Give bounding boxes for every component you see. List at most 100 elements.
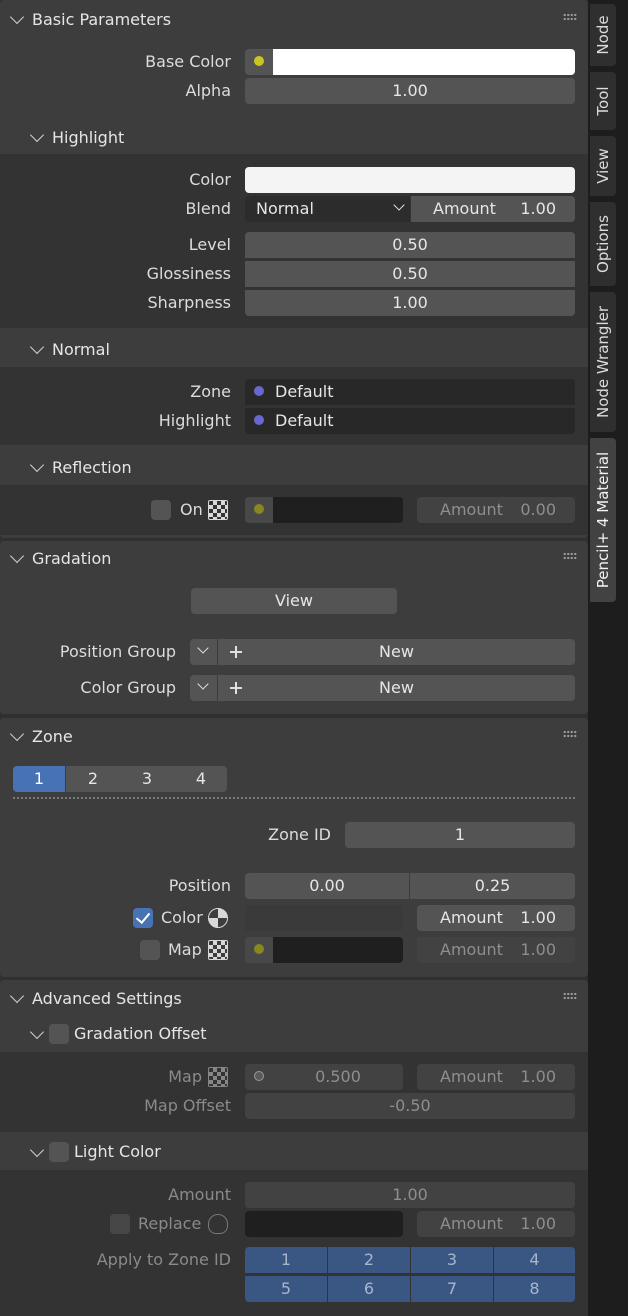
drag-handle-icon[interactable] bbox=[563, 992, 577, 1000]
apply-zone-4[interactable]: 4 bbox=[494, 1247, 575, 1273]
replace-label: Replace bbox=[138, 1214, 202, 1233]
reflection-amount-field[interactable]: Amount 0.00 bbox=[417, 497, 575, 523]
zone-tabs-divider bbox=[13, 797, 575, 799]
gradation-offset-checkbox[interactable] bbox=[49, 1024, 69, 1044]
apply-zone-7[interactable]: 7 bbox=[411, 1276, 493, 1302]
chevron-down-icon bbox=[29, 1142, 45, 1158]
map-offset-field[interactable]: -0.50 bbox=[245, 1093, 575, 1119]
highlight-amount-field[interactable]: Amount 1.00 bbox=[411, 196, 575, 222]
position-field-b[interactable]: 0.25 bbox=[410, 873, 575, 899]
tab-view[interactable]: View bbox=[590, 136, 616, 196]
chevron-down-icon bbox=[9, 9, 25, 25]
texture-icon[interactable] bbox=[208, 1067, 228, 1087]
sidebar-tabs: Node Tool View Options Node Wrangler Pen… bbox=[588, 0, 628, 1316]
highlight-header[interactable]: Highlight bbox=[28, 122, 124, 152]
gradation-header[interactable]: Gradation bbox=[8, 543, 111, 573]
normal-zone-field[interactable]: Default bbox=[245, 379, 575, 405]
zone-tab-1[interactable]: 1 bbox=[13, 766, 65, 792]
apply-zone-8[interactable]: 8 bbox=[494, 1276, 575, 1302]
base-color-swatch[interactable] bbox=[273, 49, 575, 75]
plus-icon bbox=[230, 682, 242, 694]
tab-tool[interactable]: Tool bbox=[590, 72, 616, 130]
apply-zone-2[interactable]: 2 bbox=[328, 1247, 410, 1273]
reflection-on-checkbox[interactable] bbox=[151, 500, 171, 520]
zone-id-field[interactable]: 1 bbox=[345, 822, 575, 848]
zone-header[interactable]: Zone bbox=[8, 721, 73, 751]
zone-color-swatch[interactable] bbox=[245, 905, 403, 931]
zone-color-label: Color bbox=[161, 908, 203, 927]
highlight-color-swatch[interactable] bbox=[245, 167, 575, 193]
zone-id-label: Zone ID bbox=[268, 825, 331, 844]
highlight-color-label: Color bbox=[189, 170, 231, 189]
replace-color-swatch[interactable] bbox=[245, 1211, 403, 1237]
zone-tab-3[interactable]: 3 bbox=[120, 766, 174, 792]
replace-checkbox[interactable] bbox=[110, 1214, 130, 1234]
light-color-amount-label: Amount bbox=[168, 1185, 231, 1204]
socket-dot-icon bbox=[254, 386, 264, 396]
reflection-color-socket[interactable] bbox=[245, 497, 273, 523]
chevron-down-icon bbox=[29, 1024, 45, 1040]
apply-zone-6[interactable]: 6 bbox=[328, 1276, 410, 1302]
normal-header[interactable]: Normal bbox=[28, 334, 110, 364]
replace-amount-field[interactable]: Amount 1.00 bbox=[417, 1211, 575, 1237]
gradation-offset-map-value[interactable]: 0.500 bbox=[273, 1064, 403, 1090]
chevron-down-icon bbox=[9, 726, 25, 742]
apply-zone-3[interactable]: 3 bbox=[411, 1247, 493, 1273]
socket-dot-icon bbox=[254, 1071, 264, 1081]
base-color-socket[interactable] bbox=[245, 49, 273, 75]
chevron-down-icon bbox=[29, 457, 45, 473]
sharpness-field[interactable]: 1.00 bbox=[245, 290, 575, 316]
light-color-checkbox[interactable] bbox=[49, 1142, 69, 1162]
zone-tab-2[interactable]: 2 bbox=[66, 766, 120, 792]
normal-zone-label: Zone bbox=[190, 382, 231, 401]
drag-handle-icon[interactable] bbox=[563, 552, 577, 560]
blend-dropdown[interactable]: Normal bbox=[245, 196, 410, 222]
position-group-new-button[interactable]: New bbox=[218, 639, 575, 665]
gradation-offset-map-label: Map bbox=[168, 1067, 202, 1086]
zone-tab-4[interactable]: 4 bbox=[174, 766, 227, 792]
plus-icon bbox=[230, 646, 242, 658]
level-field[interactable]: 0.50 bbox=[245, 232, 575, 258]
drag-handle-icon[interactable] bbox=[563, 13, 577, 21]
gradation-offset-amount-field[interactable]: Amount 1.00 bbox=[417, 1064, 575, 1090]
light-color-amount-field[interactable]: 1.00 bbox=[245, 1182, 575, 1208]
texture-icon[interactable] bbox=[208, 500, 228, 520]
apply-zone-5[interactable]: 5 bbox=[245, 1276, 327, 1302]
apply-to-zone-label: Apply to Zone ID bbox=[96, 1250, 231, 1269]
zone-color-checkbox[interactable] bbox=[133, 908, 153, 928]
zone-map-swatch[interactable] bbox=[273, 937, 403, 963]
zone-color-amount-field[interactable]: Amount 1.00 bbox=[417, 905, 575, 931]
gradation-offset-map-socket[interactable] bbox=[245, 1064, 273, 1090]
apply-zone-1[interactable]: 1 bbox=[245, 1247, 327, 1273]
tab-node-wrangler[interactable]: Node Wrangler bbox=[590, 292, 616, 432]
glossiness-label: Glossiness bbox=[146, 264, 231, 283]
gradation-view-button[interactable]: View bbox=[191, 588, 397, 614]
reflection-color-swatch[interactable] bbox=[273, 497, 403, 523]
light-bulb-icon[interactable] bbox=[208, 1214, 228, 1234]
basic-parameters-header[interactable]: Basic Parameters bbox=[8, 4, 171, 34]
alpha-field[interactable]: 1.00 bbox=[245, 78, 575, 104]
tab-node[interactable]: Node bbox=[590, 4, 616, 66]
tab-pencil-material[interactable]: Pencil+ 4 Material bbox=[590, 438, 616, 602]
color-group-new-button[interactable]: New bbox=[218, 675, 575, 701]
zone-map-label: Map bbox=[168, 940, 202, 959]
advanced-settings-header[interactable]: Advanced Settings bbox=[8, 983, 182, 1013]
reflection-header[interactable]: Reflection bbox=[28, 452, 132, 482]
blend-label: Blend bbox=[185, 199, 231, 218]
socket-dot-icon bbox=[254, 944, 264, 954]
normal-highlight-field[interactable]: Default bbox=[245, 408, 575, 434]
reflection-on-label: On bbox=[180, 500, 203, 519]
color-group-label: Color Group bbox=[80, 678, 176, 697]
zone-map-checkbox[interactable] bbox=[140, 940, 160, 960]
glossiness-field[interactable]: 0.50 bbox=[245, 261, 575, 287]
drag-handle-icon[interactable] bbox=[563, 730, 577, 738]
position-group-label: Position Group bbox=[59, 642, 176, 661]
base-color-label: Base Color bbox=[145, 52, 231, 71]
globe-icon[interactable] bbox=[208, 908, 228, 928]
position-field-a[interactable]: 0.00 bbox=[245, 873, 409, 899]
texture-icon[interactable] bbox=[208, 940, 228, 960]
tab-options[interactable]: Options bbox=[590, 202, 616, 286]
light-color-title: Light Color bbox=[74, 1142, 161, 1161]
zone-map-amount-field[interactable]: Amount 1.00 bbox=[417, 937, 575, 963]
zone-map-socket[interactable] bbox=[245, 937, 273, 963]
